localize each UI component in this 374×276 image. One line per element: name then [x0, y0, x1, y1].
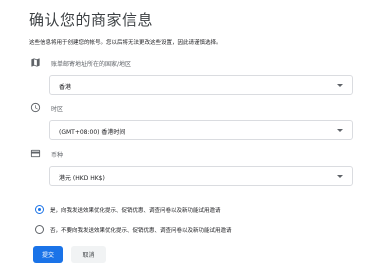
cancel-button[interactable]: 取消	[71, 246, 106, 263]
currency-label: 币种	[51, 152, 64, 159]
timezone-value: (GMT+08:00) 香港时间	[59, 129, 126, 136]
map-icon	[31, 58, 40, 67]
dropdown-arrow-icon	[337, 84, 343, 87]
page-description: 这些信息将用于创建您的帐号。您以后将无法更改这些设置，因此请谨慎选择。	[29, 40, 222, 46]
currency-select[interactable]: 港元 (HKD HK$)	[49, 166, 353, 186]
country-value: 香港	[59, 84, 72, 91]
country-label: 账单邮寄地址所在的国家/地区	[51, 61, 132, 68]
timezone-select[interactable]: (GMT+08:00) 香港时间	[49, 120, 353, 140]
radio-yes[interactable]	[35, 205, 44, 214]
currency-value: 港元 (HKD HK$)	[59, 175, 105, 182]
radio-no-label[interactable]: 否，不要向我发送效果优化提示、促销优惠、调查问卷以及新功能试用邀请	[50, 226, 232, 234]
clock-icon	[30, 102, 41, 113]
dropdown-arrow-icon	[337, 129, 343, 132]
radio-yes-label[interactable]: 是，向我发送效果优化提示、促销优惠、调查问卷以及新功能试用邀请	[50, 206, 221, 214]
submit-button[interactable]: 提交	[33, 246, 63, 263]
timezone-label: 时区	[51, 106, 64, 113]
currency-icon	[30, 149, 41, 158]
country-select[interactable]: 香港	[49, 75, 353, 95]
radio-no[interactable]	[35, 225, 44, 234]
dropdown-arrow-icon	[337, 175, 343, 178]
page-title: 确认您的商家信息	[29, 11, 154, 29]
